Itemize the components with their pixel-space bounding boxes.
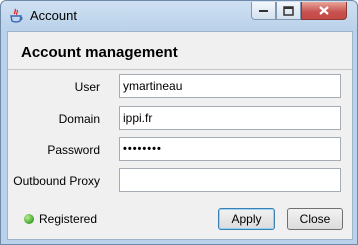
maximize-icon — [283, 5, 294, 16]
account-window: Account Account management User ymartine… — [0, 0, 358, 245]
domain-field[interactable]: ippi.fr — [119, 106, 341, 130]
apply-button[interactable]: Apply — [218, 208, 275, 230]
minimize-button[interactable] — [251, 2, 276, 20]
password-label: Password — [47, 143, 100, 157]
user-field[interactable]: ymartineau — [119, 74, 341, 98]
user-label: User — [74, 80, 100, 94]
dialog-content: Account management User ymartineau Domai… — [7, 31, 353, 240]
divider — [8, 69, 352, 70]
outbound-proxy-label: Outbound Proxy — [13, 174, 100, 188]
status-indicator-icon — [24, 214, 34, 224]
status-text: Registered — [39, 212, 98, 226]
outbound-proxy-field[interactable] — [119, 168, 341, 192]
close-window-button[interactable] — [301, 2, 347, 20]
domain-label: Domain — [58, 112, 100, 126]
minimize-icon — [258, 9, 268, 12]
maximize-button[interactable] — [276, 2, 301, 20]
window-title: Account — [30, 8, 77, 23]
java-cup-icon — [9, 8, 23, 24]
password-field[interactable]: •••••••• — [119, 137, 341, 161]
close-icon — [319, 6, 329, 15]
close-button[interactable]: Close — [287, 208, 343, 230]
title-bar[interactable]: Account — [1, 1, 357, 31]
page-title: Account management — [21, 44, 178, 61]
